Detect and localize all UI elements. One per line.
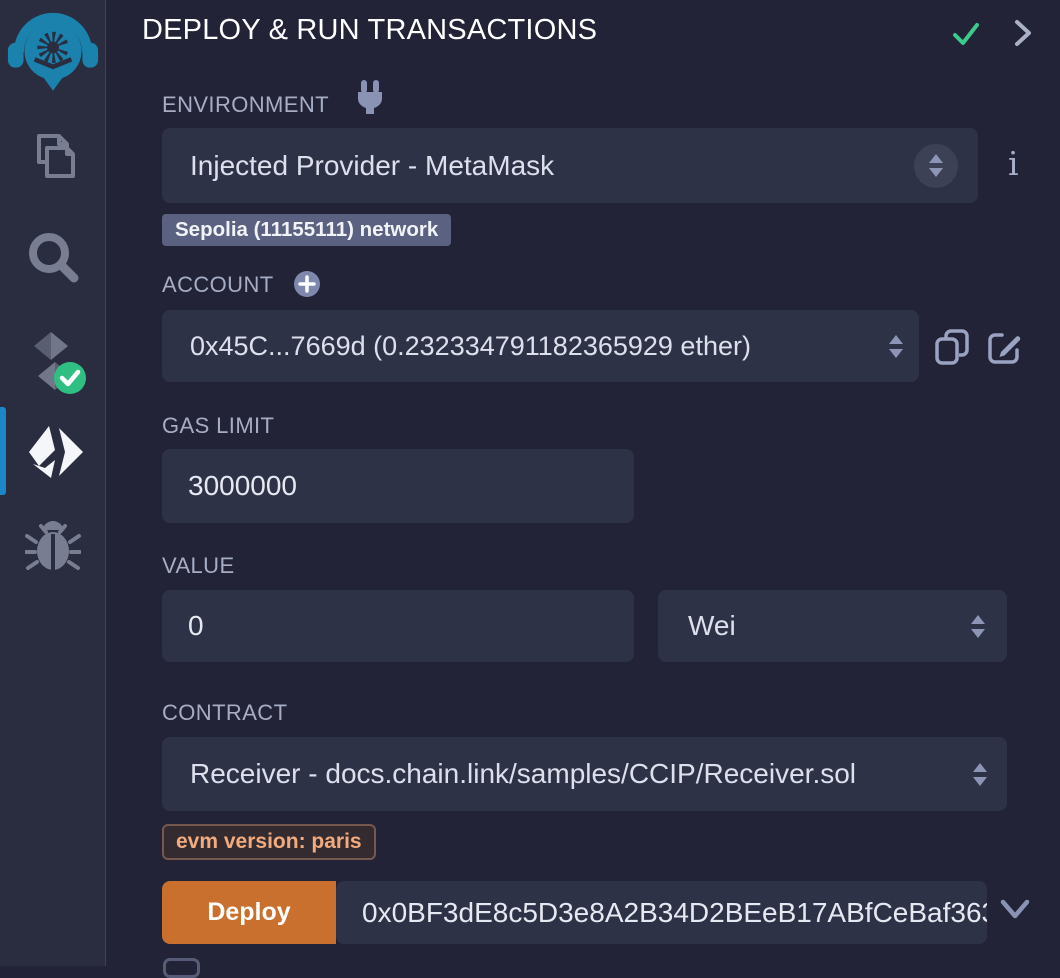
updown-arrows-icon <box>971 615 985 638</box>
remix-deploy-run-panel: { "header": { "title": "DEPLOY & RUN TRA… <box>0 0 1060 966</box>
value-label: VALUE <box>162 553 235 579</box>
gas-limit-label: GAS LIMIT <box>162 413 274 439</box>
environment-select-caret[interactable] <box>914 144 958 188</box>
environment-label: ENVIRONMENT <box>162 92 329 118</box>
plug-icon[interactable] <box>354 80 386 122</box>
check-icon <box>950 20 982 48</box>
expand-deploy-options-button[interactable] <box>998 897 1032 923</box>
page-title: DEPLOY & RUN TRANSACTIONS <box>142 14 597 47</box>
sidebar-item-deploy-and-run[interactable] <box>0 420 105 480</box>
value-unit-selected: Wei <box>658 610 971 642</box>
copy-icon <box>934 328 970 366</box>
chevron-right-icon <box>1012 18 1034 48</box>
environment-selected-value: Injected Provider - MetaMask <box>162 150 554 182</box>
value-unit-select[interactable]: Wei <box>658 590 1007 662</box>
network-badge: Sepolia (11155111) network <box>162 214 451 246</box>
updown-arrows-icon <box>929 154 943 177</box>
constructor-arg-input[interactable] <box>336 881 987 944</box>
plus-circle-icon <box>293 270 321 298</box>
sidebar-item-search[interactable] <box>0 228 105 286</box>
value-input[interactable] <box>162 590 634 662</box>
remix-logo[interactable] <box>0 6 105 98</box>
environment-info-icon[interactable]: i <box>1008 144 1019 183</box>
icon-sidebar <box>0 0 106 966</box>
deploy-and-run-icon <box>21 420 85 480</box>
edit-account-button[interactable] <box>987 328 1025 366</box>
updown-arrows-icon <box>889 335 903 358</box>
account-label: ACCOUNT <box>162 272 274 298</box>
deploy-button[interactable]: Deploy <box>162 881 336 944</box>
panel-ok-check <box>950 20 982 48</box>
chevron-down-icon <box>998 897 1032 923</box>
remix-logo-icon <box>7 6 99 98</box>
copy-account-button[interactable] <box>934 328 970 366</box>
contract-select[interactable]: Receiver - docs.chain.link/samples/CCIP/… <box>162 737 1007 811</box>
debugger-icon <box>25 520 81 574</box>
account-select[interactable]: 0x45C...7669d (0.232334791182365929 ethe… <box>162 310 919 382</box>
collapse-panel-button[interactable] <box>1012 18 1034 48</box>
search-icon <box>24 228 82 286</box>
file-explorer-icon <box>25 128 81 184</box>
add-account-button[interactable] <box>293 270 321 298</box>
account-selected-value: 0x45C...7669d (0.232334791182365929 ethe… <box>162 331 889 362</box>
environment-select[interactable]: Injected Provider - MetaMask <box>162 128 978 203</box>
evm-version-badge: evm version: paris <box>162 824 376 860</box>
sidebar-item-debugger[interactable] <box>0 520 105 574</box>
edit-icon <box>987 328 1025 366</box>
gas-limit-input[interactable] <box>162 449 634 523</box>
sidebar-item-solidity-compiler[interactable] <box>0 330 105 396</box>
solidity-compiler-icon <box>18 330 88 396</box>
sidebar-item-file-explorer[interactable] <box>0 128 105 184</box>
deploy-run-panel: DEPLOY & RUN TRANSACTIONS ENVIRONMENT In… <box>106 0 1060 966</box>
publish-checkbox-partial[interactable] <box>163 958 200 978</box>
contract-label: CONTRACT <box>162 700 287 726</box>
contract-selected-value: Receiver - docs.chain.link/samples/CCIP/… <box>162 758 973 790</box>
compiled-ok-badge <box>54 362 86 394</box>
updown-arrows-icon <box>973 763 987 786</box>
